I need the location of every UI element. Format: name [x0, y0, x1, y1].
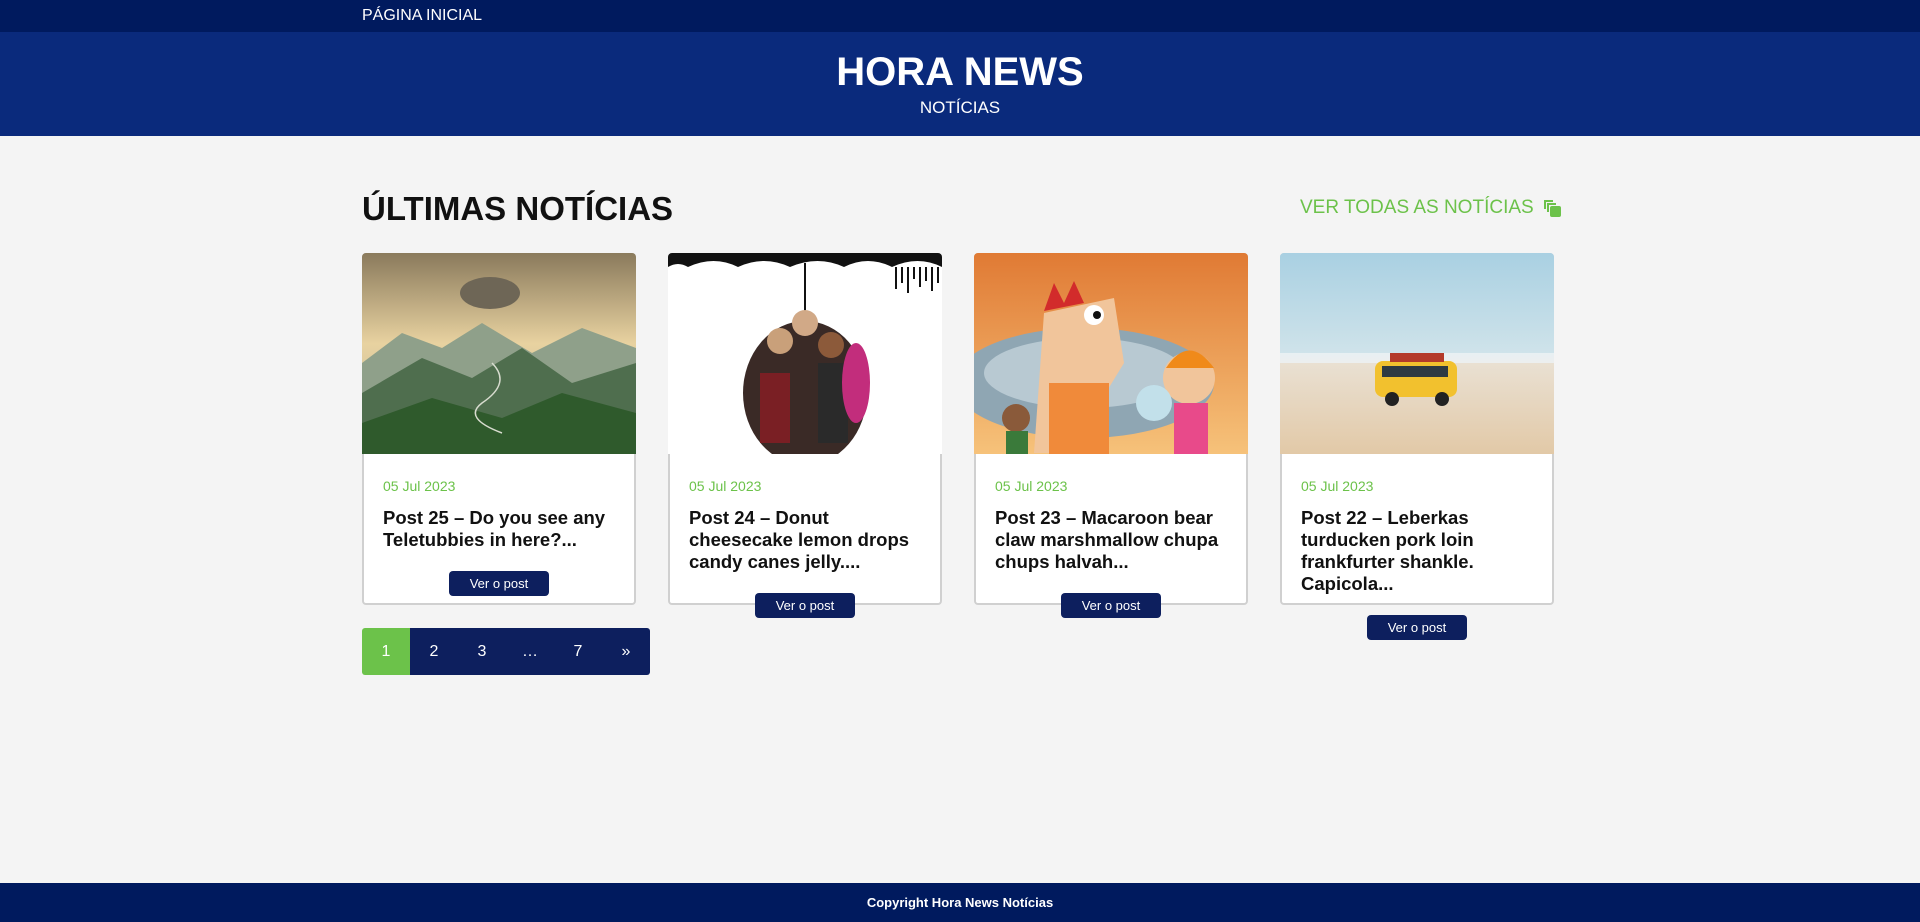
top-nav-bar: PÁGINA INICIAL: [0, 0, 1920, 32]
post-thumbnail-mountains[interactable]: [362, 253, 636, 454]
copyright-text: Copyright Hora News Notícias: [866, 895, 1054, 910]
post-date: 05 Jul 2023: [1301, 478, 1374, 494]
post-title[interactable]: Post 24 – Donut cheesecake lemon drops c…: [689, 507, 921, 573]
page-7-button[interactable]: 7: [554, 628, 602, 675]
view-post-button[interactable]: Ver o post: [1367, 615, 1467, 640]
next-page-button[interactable]: »: [602, 628, 650, 675]
nav-home-link[interactable]: PÁGINA INICIAL: [362, 7, 482, 25]
post-thumbnail-umbrella[interactable]: [668, 253, 942, 454]
site-header: HORA NEWS NOTÍCIAS: [0, 32, 1920, 136]
post-card: 05 Jul 2023 Post 24 – Donut cheesecake l…: [668, 253, 942, 618]
view-post-button[interactable]: Ver o post: [449, 571, 549, 596]
page-1-button[interactable]: 1: [362, 628, 410, 675]
view-post-button[interactable]: Ver o post: [1061, 593, 1161, 618]
copy-icon: [1542, 198, 1562, 218]
post-title[interactable]: Post 23 – Macaroon bear claw marshmallow…: [995, 507, 1227, 573]
view-all-label: VER TODAS AS NOTÍCIAS: [1300, 197, 1534, 218]
page-2-button[interactable]: 2: [410, 628, 458, 675]
post-title[interactable]: Post 25 – Do you see any Teletubbies in …: [383, 507, 615, 551]
pagination: 1 2 3 … 7 »: [362, 628, 650, 675]
post-date: 05 Jul 2023: [995, 478, 1068, 494]
post-date: 05 Jul 2023: [383, 478, 456, 494]
site-title[interactable]: HORA NEWS: [0, 50, 1920, 95]
page-3-button[interactable]: 3: [458, 628, 506, 675]
post-card: 05 Jul 2023 Post 23 – Macaroon bear claw…: [974, 253, 1248, 618]
page-ellipsis: …: [506, 628, 554, 675]
view-post-button[interactable]: Ver o post: [755, 593, 855, 618]
post-thumbnail-toy-bus[interactable]: [1280, 253, 1554, 454]
post-title[interactable]: Post 22 – Leberkas turducken pork loin f…: [1301, 507, 1533, 595]
post-date: 05 Jul 2023: [689, 478, 762, 494]
site-footer: Copyright Hora News Notícias: [0, 883, 1920, 922]
section-title: ÚLTIMAS NOTÍCIAS: [362, 190, 674, 227]
post-thumbnail-cartoon[interactable]: [974, 253, 1248, 454]
post-card: 05 Jul 2023 Post 22 – Leberkas turducken…: [1280, 253, 1554, 640]
view-all-news-link[interactable]: VER TODAS AS NOTÍCIAS: [1300, 197, 1562, 219]
post-card: 05 Jul 2023 Post 25 – Do you see any Tel…: [362, 253, 636, 605]
site-subtitle: NOTÍCIAS: [919, 98, 1001, 117]
